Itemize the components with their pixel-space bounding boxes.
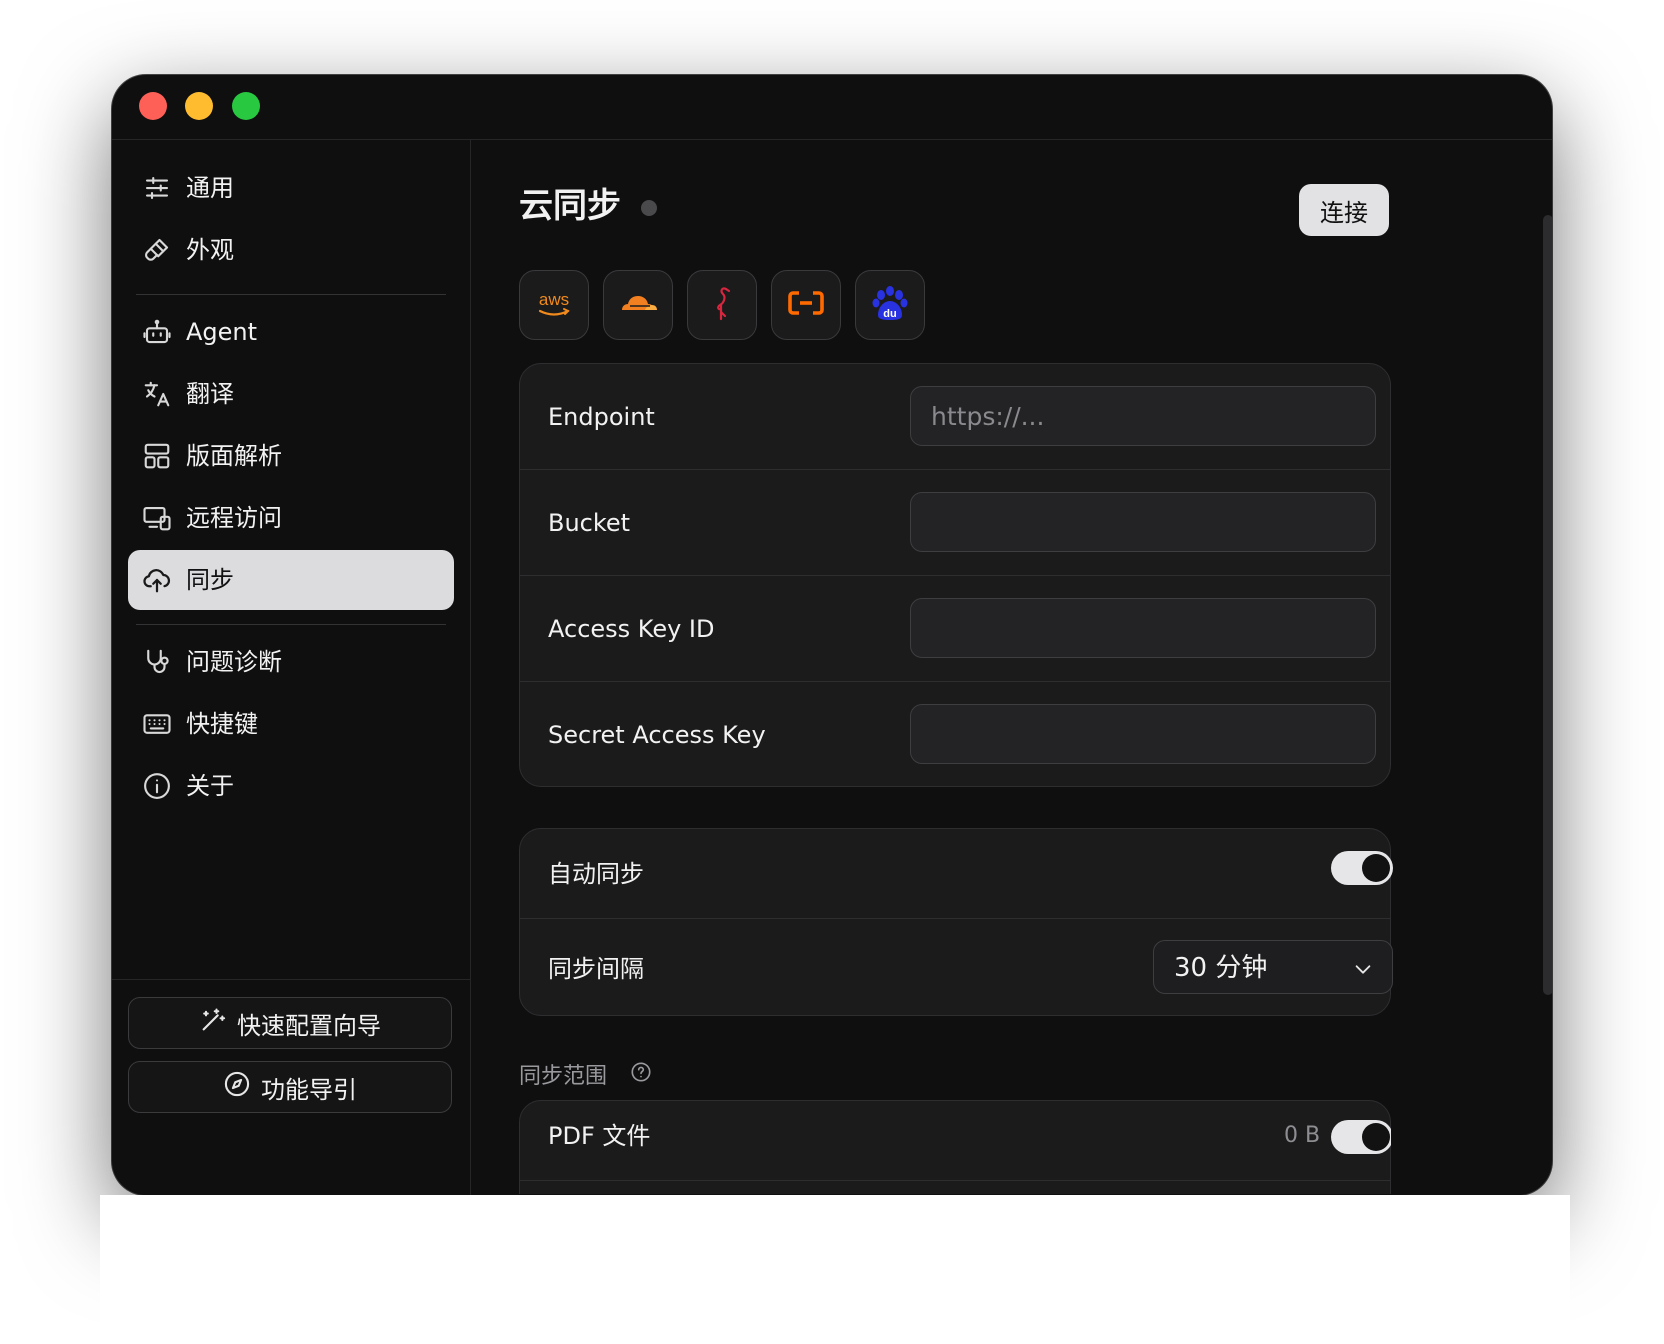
sidebar-item-agent[interactable]: Agent (128, 302, 454, 362)
row-divider (520, 681, 1390, 682)
scrollbar[interactable] (1543, 215, 1552, 995)
info-icon (142, 771, 172, 801)
flamingo-icon (700, 281, 744, 329)
access-key-id-input[interactable] (910, 598, 1376, 658)
zoom-window-button[interactable] (232, 92, 260, 120)
sidebar-item-sync[interactable]: 同步 (128, 550, 454, 610)
title-bar (112, 75, 1552, 140)
pdf-files-label: PDF 文件 (548, 1122, 651, 1150)
feature-guide-label: 功能导引 (261, 1075, 357, 1104)
help-icon[interactable] (630, 1061, 652, 1083)
close-window-button[interactable] (139, 92, 167, 120)
sidebar-item-layout-analysis[interactable]: 版面解析 (128, 426, 454, 486)
compass-icon (223, 1070, 251, 1104)
sidebar-item-translate[interactable]: 翻译 (128, 364, 454, 424)
remote-access-icon (142, 503, 172, 533)
robot-icon (142, 317, 172, 347)
page-title: 云同步 (519, 186, 621, 226)
sidebar-item-label: 快捷键 (186, 710, 258, 738)
connection-status-dot (641, 200, 657, 216)
sidebar-divider (136, 294, 446, 295)
cloudflare-icon (616, 281, 660, 329)
minimize-window-button[interactable] (185, 92, 213, 120)
sidebar-item-label: 通用 (186, 174, 234, 202)
sidebar-item-diagnostics[interactable]: 问题诊断 (128, 632, 454, 692)
auto-sync-card: 自动同步 同步间隔 30 分钟 (519, 828, 1393, 1016)
aws-icon: aws (532, 281, 576, 329)
sync-interval-select[interactable]: 30 分钟 (1153, 940, 1393, 994)
secret-access-key-label: Secret Access Key (548, 721, 766, 749)
access-key-id-label: Access Key ID (548, 615, 715, 643)
svg-text:aws: aws (539, 290, 569, 309)
stethoscope-icon (142, 647, 172, 677)
pdf-files-toggle[interactable] (1331, 1120, 1391, 1154)
aliyun-icon (784, 281, 828, 329)
layout-icon (142, 441, 172, 471)
brush-icon (142, 235, 172, 265)
keyboard-icon (142, 709, 172, 739)
sidebar-item-label: 问题诊断 (186, 648, 282, 676)
sidebar-item-label: 关于 (186, 772, 234, 800)
endpoint-input[interactable] (910, 386, 1376, 446)
sidebar-item-shortcuts[interactable]: 快捷键 (128, 694, 454, 754)
sidebar-item-label: 外观 (186, 236, 234, 264)
svg-text:du: du (883, 308, 896, 320)
bucket-label: Bucket (548, 509, 631, 537)
credentials-card: Endpoint Bucket Access Key ID Secret Acc… (519, 363, 1391, 787)
sidebar: 通用 外观 Agent 翻译 版面解析 远程访问 同步 问题诊断 快捷键 关于 … (112, 140, 471, 1195)
sync-interval-label: 同步间隔 (548, 955, 644, 983)
window-bottom-mask (100, 1195, 1570, 1344)
sidebar-item-appearance[interactable]: 外观 (128, 220, 454, 280)
sync-interval-value: 30 分钟 (1174, 953, 1268, 983)
provider-aliyun-button[interactable] (771, 270, 841, 340)
row-divider (520, 469, 1390, 470)
quick-setup-button[interactable]: 快速配置向导 (128, 997, 452, 1049)
magic-wand-icon (199, 1006, 227, 1040)
row-divider (520, 918, 1390, 919)
cloud-upload-icon (142, 565, 172, 595)
sidebar-item-label: Agent (186, 318, 258, 346)
sidebar-item-about[interactable]: 关于 (128, 756, 454, 816)
row-divider (520, 575, 1390, 576)
feature-guide-button[interactable]: 功能导引 (128, 1061, 452, 1113)
chevron-down-icon (1352, 957, 1374, 979)
row-divider (520, 1180, 1390, 1181)
translate-icon (142, 379, 172, 409)
secret-access-key-input[interactable] (910, 704, 1376, 764)
sidebar-item-label: 同步 (186, 566, 234, 594)
provider-flamingo-button[interactable] (687, 270, 757, 340)
toggle-knob (1362, 854, 1390, 882)
sync-scope-heading: 同步范围 (519, 1064, 608, 1089)
provider-baidu-button[interactable]: du (855, 270, 925, 340)
auto-sync-toggle[interactable] (1331, 851, 1393, 885)
quick-setup-label: 快速配置向导 (237, 1011, 381, 1040)
sidebar-divider (136, 624, 446, 625)
sidebar-item-general[interactable]: 通用 (128, 158, 454, 218)
provider-aws-button[interactable]: aws (519, 270, 589, 340)
provider-cloudflare-button[interactable] (603, 270, 673, 340)
connect-button[interactable]: 连接 (1299, 184, 1389, 236)
sidebar-item-label: 翻译 (186, 380, 234, 408)
sliders-icon (142, 173, 172, 203)
baidu-icon: du (868, 281, 912, 329)
endpoint-label: Endpoint (548, 403, 655, 431)
sidebar-item-remote-access[interactable]: 远程访问 (128, 488, 454, 548)
sidebar-item-label: 版面解析 (186, 442, 282, 470)
bucket-input[interactable] (910, 492, 1376, 552)
sidebar-footer-divider (112, 979, 470, 980)
auto-sync-label: 自动同步 (548, 860, 644, 888)
pdf-files-size: 0 B (1284, 1123, 1321, 1148)
toggle-knob (1362, 1123, 1390, 1151)
sidebar-item-label: 远程访问 (186, 504, 282, 532)
